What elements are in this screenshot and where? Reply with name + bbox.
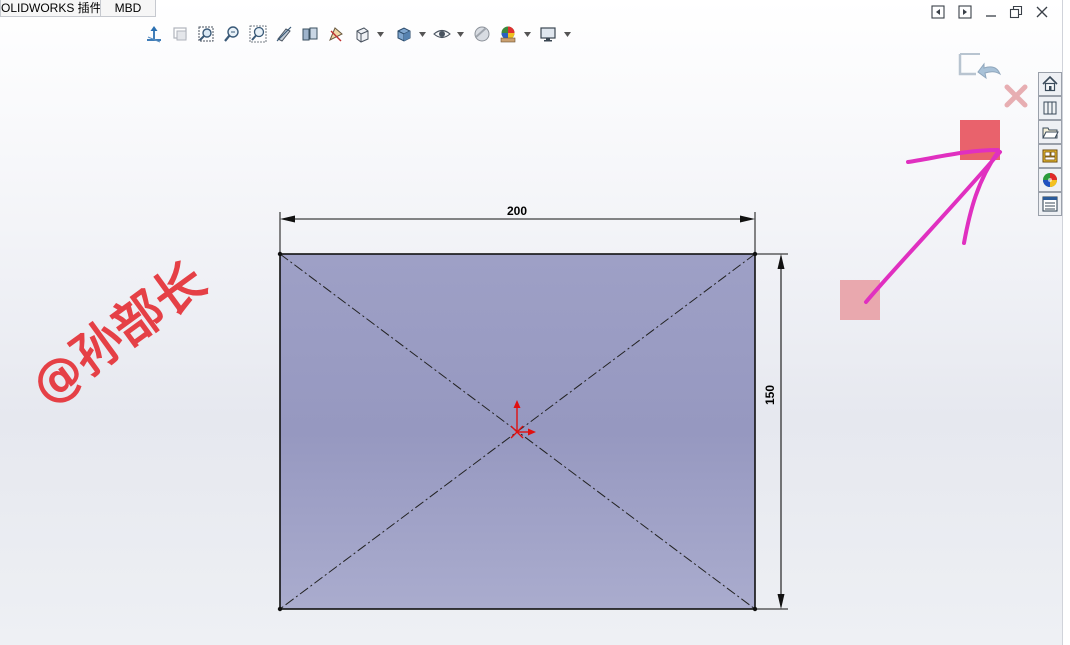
hide-show-items-icon[interactable] [432,24,452,44]
design-library-icon[interactable] [1038,96,1062,120]
chevron-down-icon[interactable] [564,32,571,38]
dimension-width-value: 200 [507,204,527,218]
tab-solidworks-addins[interactable]: OLIDWORKS 插件 [0,0,101,17]
view-palette-icon[interactable] [1038,144,1062,168]
minimize-icon[interactable] [983,4,999,20]
previous-window-icon[interactable] [930,4,946,20]
view-settings-icon[interactable] [538,24,558,44]
display-style-icon[interactable] [394,24,414,44]
chevron-down-icon[interactable] [419,32,426,38]
sketch-point[interactable] [277,251,283,257]
annotation-source-box [840,280,880,320]
sketch-point[interactable] [277,606,283,612]
close-icon[interactable] [1034,4,1050,20]
window-border [1062,0,1070,645]
task-pane-tabs [1038,72,1062,216]
dimension-height-value: 150 [763,385,777,405]
edit-appearance-icon[interactable] [472,24,492,44]
view-orientation-icon[interactable] [144,24,164,44]
chevron-down-icon[interactable] [457,32,464,38]
apply-scene-icon[interactable] [498,24,518,44]
dimension-height[interactable]: 150 [757,253,788,610]
restore-icon[interactable] [1008,4,1024,20]
drawing-annotation-icon[interactable] [326,24,346,44]
next-window-icon[interactable] [957,4,973,20]
zoom-selection-icon[interactable] [248,24,268,44]
graphics-area[interactable]: 200 150 OLIDWORKS 插件 MBD @孙部长 [0,0,1062,645]
cancel-sketch-icon[interactable] [1004,84,1028,108]
exit-sketch-icon[interactable] [956,52,1004,88]
zoom-to-fit-icon[interactable] [196,24,216,44]
zoom-to-area-icon[interactable] [222,24,242,44]
previous-view-icon[interactable] [170,24,190,44]
sketch-point[interactable] [752,251,758,257]
view-orientation-cube-icon[interactable] [352,24,372,44]
tab-mbd[interactable]: MBD [100,0,156,17]
dimension-width[interactable]: 200 [279,204,756,252]
section-view-icon[interactable] [274,24,294,44]
chevron-down-icon[interactable] [377,32,384,38]
chevron-down-icon[interactable] [524,32,531,38]
annotation-arrow [864,148,1002,304]
dynamic-annotation-icon[interactable] [300,24,320,44]
custom-properties-icon[interactable] [1038,192,1062,216]
sketch-point[interactable] [752,606,758,612]
command-manager-tabs: OLIDWORKS 插件 MBD [0,0,156,17]
appearances-scenes-icon[interactable] [1038,168,1062,192]
solidworks-resources-home-icon[interactable] [1038,72,1062,96]
file-explorer-icon[interactable] [1038,120,1062,144]
